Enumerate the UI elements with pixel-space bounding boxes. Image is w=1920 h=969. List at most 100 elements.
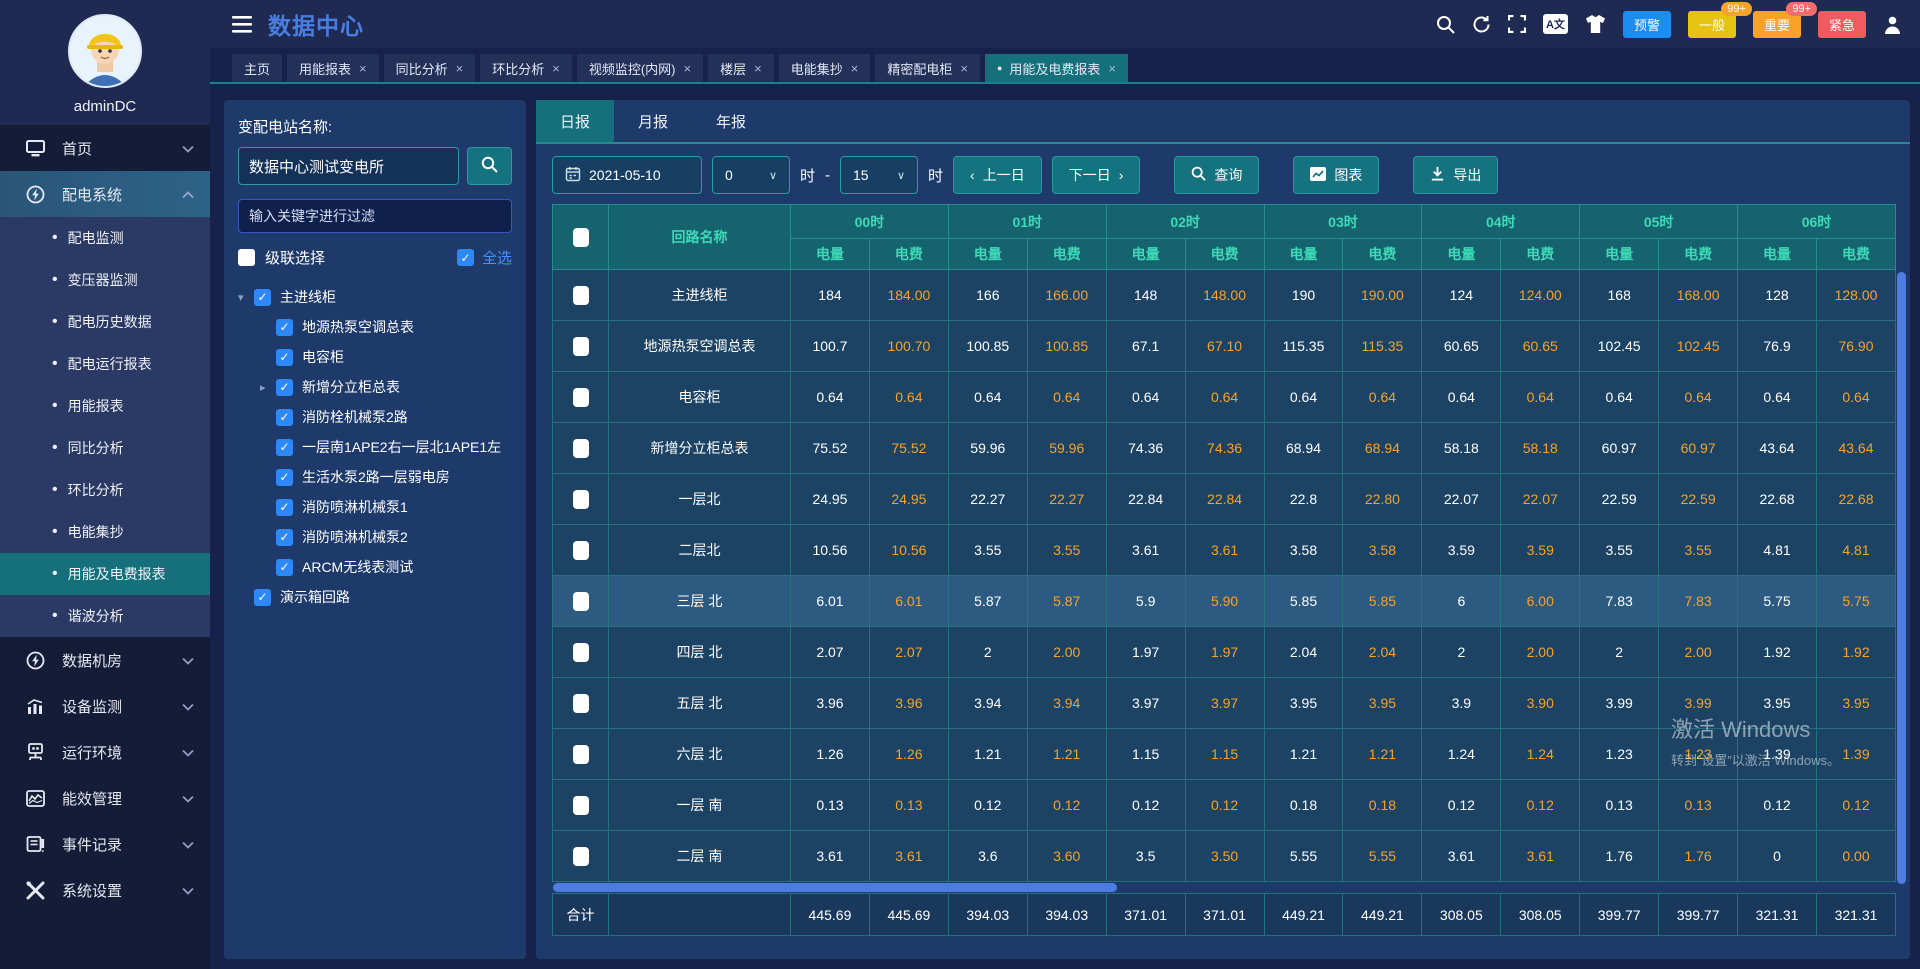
row-checkbox[interactable] <box>573 286 589 305</box>
tree-node-消防喷淋机械泵2[interactable]: ✓消防喷淋机械泵2 <box>238 522 512 552</box>
chart-button[interactable]: 图表 <box>1293 156 1379 194</box>
report-tab-日报[interactable]: 日报 <box>536 100 614 142</box>
close-icon[interactable]: × <box>851 61 859 76</box>
sidebar-subitem-同比分析[interactable]: •同比分析 <box>0 427 210 469</box>
close-icon[interactable]: × <box>684 61 692 76</box>
row-checkbox-cell[interactable] <box>553 372 609 423</box>
row-checkbox-cell[interactable] <box>553 576 609 627</box>
avatar[interactable] <box>68 14 142 88</box>
table-row[interactable]: 四层 北2.072.0722.001.971.972.042.0422.0022… <box>553 627 1896 678</box>
hour-to-select[interactable]: 15 ∨ <box>840 156 918 194</box>
row-checkbox-cell[interactable] <box>553 627 609 678</box>
close-icon[interactable]: × <box>754 61 762 76</box>
prev-day-button[interactable]: ‹ 上一日 <box>953 156 1042 194</box>
node-checkbox[interactable]: ✓ <box>276 319 293 336</box>
vertical-scrollbar[interactable] <box>1897 272 1906 884</box>
sidebar-subitem-配电监测[interactable]: •配电监测 <box>0 217 210 259</box>
table-row[interactable]: 二层 南3.613.613.63.603.53.505.555.553.613.… <box>553 831 1896 882</box>
sidebar-subitem-配电运行报表[interactable]: •配电运行报表 <box>0 343 210 385</box>
tab-环比分析[interactable]: 环比分析× <box>480 54 572 82</box>
sidebar-item-运行环境[interactable]: 运行环境 <box>0 729 210 775</box>
row-checkbox[interactable] <box>573 490 589 509</box>
row-checkbox[interactable] <box>573 847 589 866</box>
sidebar-subitem-电能集抄[interactable]: •电能集抄 <box>0 511 210 553</box>
header-checkbox-cell[interactable] <box>553 205 609 270</box>
tree-filter-input[interactable] <box>238 199 512 233</box>
row-checkbox-cell[interactable] <box>553 525 609 576</box>
table-row[interactable]: 一层 南0.130.130.120.120.120.120.180.180.12… <box>553 780 1896 831</box>
export-button[interactable]: 导出 <box>1413 156 1498 194</box>
sidebar-subitem-用能报表[interactable]: •用能报表 <box>0 385 210 427</box>
sidebar-subitem-配电历史数据[interactable]: •配电历史数据 <box>0 301 210 343</box>
table-row[interactable]: 六层 北1.261.261.211.211.151.151.211.211.24… <box>553 729 1896 780</box>
close-icon[interactable]: × <box>359 61 367 76</box>
sidebar-subitem-谐波分析[interactable]: •谐波分析 <box>0 595 210 637</box>
close-icon[interactable]: × <box>552 61 560 76</box>
next-day-button[interactable]: 下一日 › <box>1052 156 1141 194</box>
alert-badge-3[interactable]: 紧急 <box>1818 11 1866 38</box>
table-row[interactable]: 一层北24.9524.9522.2722.2722.8422.8422.822.… <box>553 474 1896 525</box>
tab-视频监控(内网)[interactable]: 视频监控(内网)× <box>577 54 703 82</box>
tree-node-演示箱回路[interactable]: ✓演示箱回路 <box>238 582 512 612</box>
table-row[interactable]: 主进线柜184184.00166166.00148148.00190190.00… <box>553 270 1896 321</box>
close-icon[interactable]: × <box>960 61 968 76</box>
row-checkbox-cell[interactable] <box>553 423 609 474</box>
alert-badge-1[interactable]: 一般99+ <box>1688 11 1736 38</box>
select-all-checkbox[interactable]: ✓ <box>457 249 474 266</box>
row-checkbox[interactable] <box>573 694 589 713</box>
fullscreen-icon[interactable] <box>1508 15 1526 33</box>
row-checkbox[interactable] <box>573 541 589 560</box>
tab-同比分析[interactable]: 同比分析× <box>384 54 476 82</box>
tree-node-电容柜[interactable]: ✓电容柜 <box>238 342 512 372</box>
node-checkbox[interactable]: ✓ <box>276 349 293 366</box>
sidebar-item-系统设置[interactable]: 系统设置 <box>0 867 210 913</box>
sidebar-item-设备监测[interactable]: 设备监测 <box>0 683 210 729</box>
translate-icon[interactable]: A文 <box>1543 14 1568 34</box>
row-checkbox-cell[interactable] <box>553 729 609 780</box>
expand-arrow-icon[interactable]: ▾ <box>238 291 254 304</box>
hour-from-select[interactable]: 0 ∨ <box>712 156 790 194</box>
row-checkbox-cell[interactable] <box>553 678 609 729</box>
table-row[interactable]: 五层 北3.963.963.943.943.973.973.953.953.93… <box>553 678 1896 729</box>
table-row[interactable]: 新增分立柜总表75.5275.5259.9659.9674.3674.3668.… <box>553 423 1896 474</box>
alert-badge-2[interactable]: 重要99+ <box>1753 11 1801 38</box>
tree-node-新增分立柜总表[interactable]: ▸✓新增分立柜总表 <box>238 372 512 402</box>
tree-node-一层南1APE2右一层北1APE1左[interactable]: ✓一层南1APE2右一层北1APE1左 <box>238 432 512 462</box>
search-icon[interactable] <box>1436 15 1455 34</box>
row-checkbox-cell[interactable] <box>553 780 609 831</box>
node-checkbox[interactable]: ✓ <box>276 409 293 426</box>
row-checkbox[interactable] <box>573 388 589 407</box>
tab-用能及电费报表[interactable]: ●用能及电费报表× <box>985 54 1128 82</box>
node-checkbox[interactable]: ✓ <box>276 469 293 486</box>
query-button[interactable]: 查询 <box>1174 156 1259 194</box>
select-all-rows-checkbox[interactable] <box>573 228 589 247</box>
tab-楼层[interactable]: 楼层× <box>708 54 774 82</box>
node-checkbox[interactable]: ✓ <box>276 559 293 576</box>
alert-badge-0[interactable]: 预警 <box>1623 11 1671 38</box>
report-tab-月报[interactable]: 月报 <box>614 100 692 142</box>
collapse-menu-icon[interactable] <box>232 16 252 33</box>
row-checkbox-cell[interactable] <box>553 270 609 321</box>
node-checkbox[interactable]: ✓ <box>254 589 271 606</box>
tab-精密配电柜[interactable]: 精密配电柜× <box>875 54 980 82</box>
tab-用能报表[interactable]: 用能报表× <box>287 54 379 82</box>
tree-node-ARCM无线表测试[interactable]: ✓ARCM无线表测试 <box>238 552 512 582</box>
row-checkbox-cell[interactable] <box>553 321 609 372</box>
node-checkbox[interactable]: ✓ <box>276 439 293 456</box>
tree-node-地源热泵空调总表[interactable]: ✓地源热泵空调总表 <box>238 312 512 342</box>
expand-arrow-icon[interactable]: ▸ <box>260 381 276 394</box>
close-icon[interactable]: × <box>456 61 464 76</box>
row-checkbox-cell[interactable] <box>553 831 609 882</box>
row-checkbox[interactable] <box>573 643 589 662</box>
sidebar-item-配电系统[interactable]: 配电系统 <box>0 171 210 217</box>
row-checkbox-cell[interactable] <box>553 474 609 525</box>
station-search-button[interactable] <box>467 147 512 185</box>
sidebar-item-能效管理[interactable]: 能效管理 <box>0 775 210 821</box>
row-checkbox[interactable] <box>573 337 589 356</box>
node-checkbox[interactable]: ✓ <box>276 529 293 546</box>
sidebar-item-数据机房[interactable]: 数据机房 <box>0 637 210 683</box>
table-row[interactable]: 二层北10.5610.563.553.553.613.613.583.583.5… <box>553 525 1896 576</box>
user-icon[interactable] <box>1883 15 1902 34</box>
tree-node-生活水泵2路一层弱电房[interactable]: ✓生活水泵2路一层弱电房 <box>238 462 512 492</box>
row-checkbox[interactable] <box>573 745 589 764</box>
